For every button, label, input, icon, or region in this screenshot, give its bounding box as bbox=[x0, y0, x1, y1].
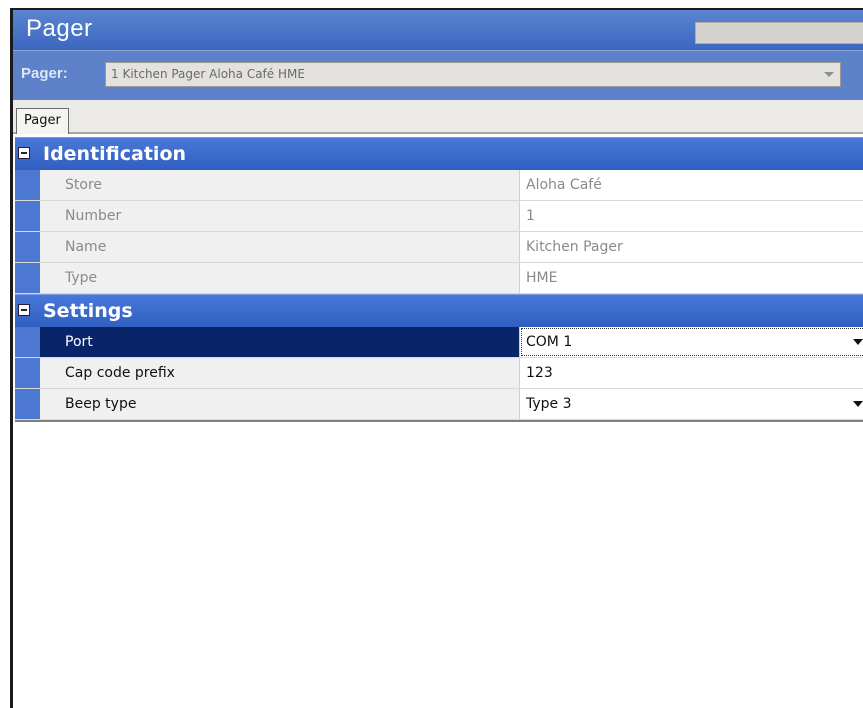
record-selector-bar: Pager: 1 Kitchen Pager Aloha Café HME bbox=[13, 50, 863, 100]
pager-selector-label: Pager: bbox=[21, 65, 68, 82]
title-bar-panel bbox=[695, 22, 863, 44]
cap-code-prefix-input[interactable]: 123 bbox=[520, 358, 863, 388]
tab-strip: Pager bbox=[13, 100, 863, 134]
tab-pager[interactable]: Pager bbox=[16, 108, 69, 134]
property-row-cap-code-prefix[interactable]: Cap code prefix 123 bbox=[15, 358, 863, 389]
chevron-down-icon[interactable] bbox=[853, 339, 863, 345]
property-label: Type bbox=[40, 263, 520, 293]
property-row-store: Store Aloha Café bbox=[15, 170, 863, 201]
chevron-down-icon[interactable] bbox=[824, 72, 834, 77]
section-identification[interactable]: Identification bbox=[15, 137, 863, 170]
property-label[interactable]: Cap code prefix bbox=[40, 358, 520, 388]
minus-box-icon[interactable] bbox=[18, 304, 30, 316]
title-bar: Pager bbox=[13, 10, 863, 50]
window-title: Pager bbox=[26, 15, 93, 42]
property-label: Store bbox=[40, 170, 520, 200]
section-title: Settings bbox=[43, 300, 133, 322]
property-row-beep-type[interactable]: Beep type Type 3 bbox=[15, 389, 863, 420]
property-value: 1 bbox=[520, 201, 863, 231]
beep-type-select[interactable]: Type 3 bbox=[520, 389, 863, 419]
property-row-port[interactable]: Port COM 1 bbox=[15, 327, 863, 358]
property-label[interactable]: Beep type bbox=[40, 389, 520, 419]
property-row-name: Name Kitchen Pager bbox=[15, 232, 863, 263]
section-settings[interactable]: Settings bbox=[15, 294, 863, 327]
port-select[interactable]: COM 1 bbox=[520, 327, 863, 357]
property-label[interactable]: Port bbox=[40, 327, 520, 357]
pager-window: Pager Pager: 1 Kitchen Pager Aloha Café … bbox=[10, 8, 863, 708]
property-row-type: Type HME bbox=[15, 263, 863, 294]
chevron-down-icon[interactable] bbox=[853, 401, 863, 407]
property-label: Name bbox=[40, 232, 520, 262]
property-label: Number bbox=[40, 201, 520, 231]
grid-bottom-border bbox=[15, 420, 863, 422]
property-value: Aloha Café bbox=[520, 170, 863, 200]
property-grid: Identification Store Aloha Café Number 1… bbox=[15, 137, 863, 422]
property-value: Kitchen Pager bbox=[520, 232, 863, 262]
property-value: HME bbox=[520, 263, 863, 293]
property-row-number: Number 1 bbox=[15, 201, 863, 232]
pager-selector-value: 1 Kitchen Pager Aloha Café HME bbox=[111, 67, 305, 81]
pager-selector-dropdown[interactable]: 1 Kitchen Pager Aloha Café HME bbox=[105, 62, 841, 87]
section-title: Identification bbox=[43, 143, 187, 165]
minus-box-icon[interactable] bbox=[18, 147, 30, 159]
